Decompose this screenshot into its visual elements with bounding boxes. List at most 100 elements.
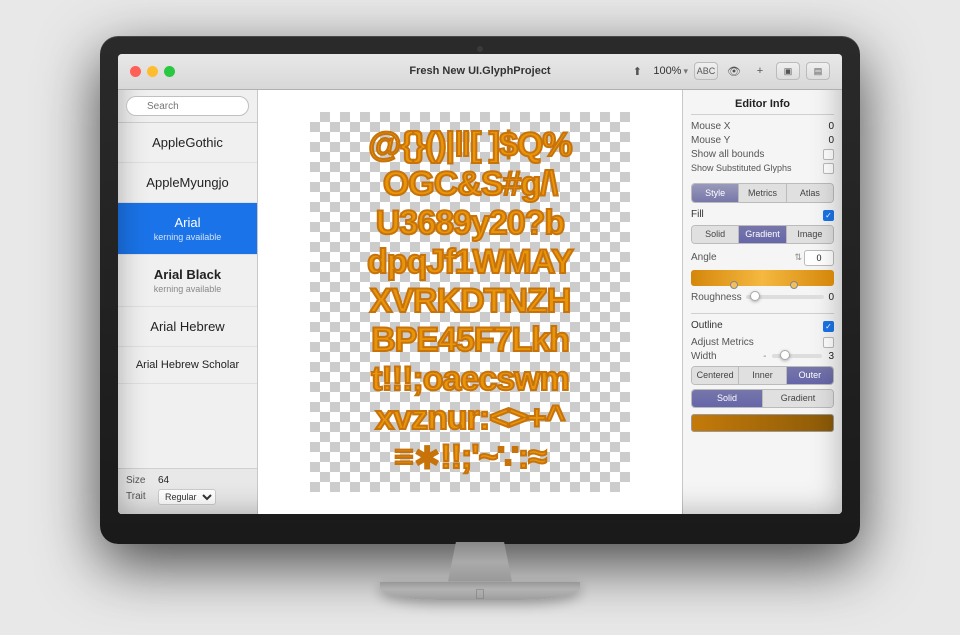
- close-button[interactable]: [130, 66, 141, 77]
- outline-label: Outline: [691, 320, 723, 331]
- zoom-value: 100%: [653, 65, 681, 77]
- font-item-arial-black[interactable]: Arial Black kerning available: [118, 255, 257, 307]
- tab-metrics[interactable]: Metrics: [739, 184, 786, 202]
- style-metrics-tabs: Style Metrics Atlas: [691, 183, 834, 203]
- show-bounds-row: Show all bounds: [691, 149, 834, 160]
- font-name: Arial Hebrew Scholar: [136, 359, 239, 371]
- monitor: Fresh New UI.GlyphProject ⬆ 100% ▾ ABC 👁…: [100, 36, 860, 600]
- apple-logo: : [475, 586, 486, 602]
- angle-input[interactable]: [804, 250, 834, 266]
- sidebar-search-area: 🔍: [118, 90, 257, 124]
- monitor-screen: Fresh New UI.GlyphProject ⬆ 100% ▾ ABC 👁…: [118, 54, 842, 514]
- size-row: Size 64: [126, 475, 249, 486]
- show-bounds-checkbox[interactable]: [823, 149, 834, 160]
- gradient-handle-left[interactable]: [730, 281, 738, 289]
- mouse-y-row: Mouse Y 0: [691, 135, 834, 146]
- font-list: AppleGothic AppleMyungjo Arial kerning a…: [118, 123, 257, 468]
- gradient-bar[interactable]: [691, 270, 834, 286]
- fill-tab-image[interactable]: Image: [787, 226, 833, 243]
- color-swatch[interactable]: [691, 414, 834, 432]
- monitor-stand-base: : [380, 582, 580, 600]
- window-title: Fresh New UI.GlyphProject: [409, 65, 550, 77]
- monitor-stand-neck: [440, 542, 520, 582]
- mouse-y-value: 0: [828, 135, 834, 146]
- panel-title: Editor Info: [691, 98, 834, 115]
- mouse-x-row: Mouse X 0: [691, 121, 834, 132]
- add-button[interactable]: +: [750, 61, 770, 81]
- font-item-applemyungjo[interactable]: AppleMyungjo: [118, 163, 257, 203]
- angle-arrows: ⇅: [794, 252, 802, 263]
- show-substituted-label: Show Substituted Glyphs: [691, 163, 792, 173]
- fill-label: Fill: [691, 209, 704, 220]
- eye-button[interactable]: 👁: [724, 61, 744, 81]
- font-item-arial-hebrew-scholar[interactable]: Arial Hebrew Scholar: [118, 347, 257, 384]
- angle-row: Angle ⇅: [691, 250, 834, 266]
- gradient-handle-right[interactable]: [790, 281, 798, 289]
- width-minus-btn[interactable]: -: [763, 351, 766, 362]
- trait-label: Trait: [126, 491, 154, 502]
- search-input[interactable]: [126, 96, 249, 116]
- fill-type-tabs: Solid Gradient Image: [691, 225, 834, 244]
- app-window: Fresh New UI.GlyphProject ⬆ 100% ▾ ABC 👁…: [118, 54, 842, 514]
- font-item-applegothic[interactable]: AppleGothic: [118, 123, 257, 163]
- main-canvas: @{}()|‖[ ]$Q% OGC&S#g/\ U3689y20?b dpqJf…: [258, 90, 682, 514]
- mouse-x-value: 0: [828, 121, 834, 132]
- show-bounds-label: Show all bounds: [691, 149, 764, 160]
- width-label: Width: [691, 351, 717, 362]
- roughness-handle[interactable]: [750, 291, 760, 301]
- traffic-lights: [130, 66, 175, 77]
- show-substituted-checkbox[interactable]: [823, 163, 834, 174]
- mouse-y-label: Mouse Y: [691, 135, 730, 146]
- font-name: AppleMyungjo: [146, 175, 228, 190]
- roughness-label: Roughness: [691, 292, 742, 303]
- width-handle[interactable]: [780, 350, 790, 360]
- share-button[interactable]: ⬆: [627, 61, 647, 81]
- title-bar: Fresh New UI.GlyphProject ⬆ 100% ▾ ABC 👁…: [118, 54, 842, 90]
- layout1-button[interactable]: ▣: [776, 62, 800, 80]
- font-name: AppleGothic: [152, 135, 223, 150]
- abc-button[interactable]: ABC: [694, 62, 718, 80]
- font-name: Arial: [174, 215, 200, 230]
- tab-style[interactable]: Style: [692, 184, 739, 202]
- adjust-metrics-label: Adjust Metrics: [691, 337, 754, 348]
- font-name: Arial Black: [154, 267, 221, 282]
- right-panel: Editor Info Mouse X 0 Mouse Y 0 Show all…: [682, 90, 842, 514]
- zoom-display: 100% ▾: [653, 65, 688, 77]
- fill-header-row: Fill ✓: [691, 209, 834, 223]
- canvas-content: @{}()|‖[ ]$Q% OGC&S#g/\ U3689y20?b dpqJf…: [310, 112, 630, 492]
- outline-type-centered[interactable]: Centered: [692, 367, 739, 384]
- minimize-button[interactable]: [147, 66, 158, 77]
- monitor-body: Fresh New UI.GlyphProject ⬆ 100% ▾ ABC 👁…: [100, 36, 860, 544]
- roughness-slider[interactable]: [746, 295, 825, 299]
- width-slider[interactable]: [772, 354, 822, 358]
- maximize-button[interactable]: [164, 66, 175, 77]
- zoom-arrow[interactable]: ▾: [683, 66, 688, 77]
- layout2-button[interactable]: ▤: [806, 62, 830, 80]
- search-wrapper: 🔍: [126, 96, 249, 117]
- font-name: Arial Hebrew: [150, 319, 224, 334]
- outline-style-solid[interactable]: Solid: [692, 390, 763, 407]
- outline-style-gradient[interactable]: Gradient: [763, 390, 833, 407]
- width-row: Width - 3: [691, 351, 834, 362]
- trait-select[interactable]: Regular Bold Italic: [158, 489, 216, 505]
- font-item-arial-hebrew[interactable]: Arial Hebrew: [118, 307, 257, 347]
- outline-type-outer[interactable]: Outer: [787, 367, 833, 384]
- app-body: 🔍 AppleGothic AppleMyungjo: [118, 90, 842, 514]
- outline-type-inner[interactable]: Inner: [739, 367, 786, 384]
- adjust-metrics-row: Adjust Metrics: [691, 337, 834, 348]
- fill-tab-gradient[interactable]: Gradient: [739, 226, 786, 243]
- outline-type-tabs: Centered Inner Outer: [691, 366, 834, 385]
- size-label: Size: [126, 475, 154, 486]
- fill-tab-solid[interactable]: Solid: [692, 226, 739, 243]
- toolbar-right: ⬆ 100% ▾ ABC 👁 + ▣ ▤: [627, 61, 830, 81]
- tab-atlas[interactable]: Atlas: [787, 184, 833, 202]
- outline-checkbox[interactable]: ✓: [823, 321, 834, 332]
- glyph-display: @{}()|‖[ ]$Q% OGC&S#g/\ U3689y20?b dpqJf…: [359, 118, 581, 486]
- adjust-metrics-checkbox[interactable]: [823, 337, 834, 348]
- width-value: 3: [828, 351, 834, 362]
- font-item-arial[interactable]: Arial kerning available: [118, 203, 257, 255]
- show-substituted-row: Show Substituted Glyphs: [691, 163, 834, 174]
- fill-checkbox[interactable]: ✓: [823, 210, 834, 221]
- roughness-value: 0: [828, 292, 834, 303]
- sidebar-footer: Size 64 Trait Regular Bold Italic: [118, 468, 257, 514]
